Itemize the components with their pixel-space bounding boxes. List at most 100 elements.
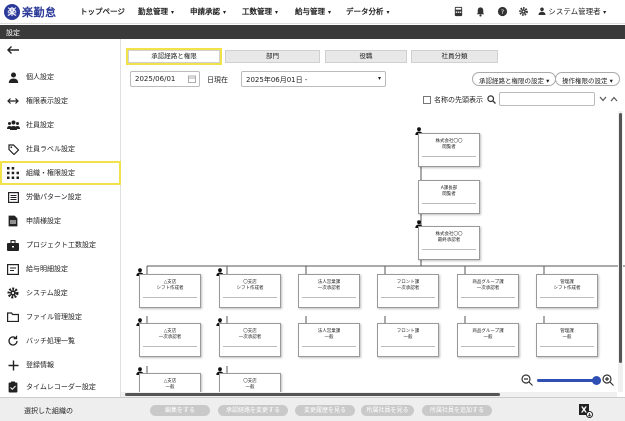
sidebar-item-permission-display[interactable]: 権限表示設定: [0, 90, 121, 112]
sidebar-item-batch[interactable]: バッチ処理一覧: [0, 330, 121, 352]
chevron-down-icon: ▾: [386, 9, 390, 16]
view-members-button[interactable]: 所属社員を見る: [361, 405, 414, 416]
zoom-out-icon[interactable]: [521, 374, 533, 386]
org-node-role: 閲覧者: [442, 192, 456, 197]
settings-header: 設定: [0, 25, 625, 39]
sidebar-item-label: ファイル管理設定: [26, 313, 82, 321]
change-route-button[interactable]: 承認経路を変更する: [218, 405, 288, 416]
sidebar-item-registration[interactable]: 登録情報: [0, 354, 121, 376]
org-node[interactable]: 株式会社〇〇 閲覧者: [418, 133, 480, 167]
sidebar-item-file-management[interactable]: ファイル管理設定: [0, 306, 121, 328]
sidebar-item-application[interactable]: 申請様設定: [0, 210, 121, 232]
sidebar-item-work-pattern[interactable]: 労働パターン設定: [0, 186, 121, 208]
checkbox[interactable]: [423, 96, 431, 104]
back-arrow-icon[interactable]: [6, 45, 20, 55]
nav-top-page[interactable]: トップページ: [80, 6, 125, 17]
sidebar-item-label: 権限表示設定: [26, 97, 68, 105]
add-members-button[interactable]: 所属社員を追加する: [422, 405, 492, 416]
org-node[interactable]: フロント課 一次承認者: [377, 274, 439, 308]
plus-icon: [6, 358, 20, 372]
search-input[interactable]: [499, 92, 595, 106]
date-input[interactable]: 2025/06/01: [130, 71, 200, 87]
tab-position[interactable]: 役職: [325, 50, 407, 63]
gear-icon[interactable]: [518, 6, 529, 17]
tab-route-permission[interactable]: 承認経路と権限: [126, 48, 222, 65]
date-select[interactable]: 2025年06月01日 - ▾: [241, 71, 386, 87]
group-icon: [6, 118, 20, 132]
sidebar-item-system[interactable]: システム設定: [0, 282, 121, 304]
nav-label: トップページ: [80, 7, 125, 16]
nav-workload[interactable]: 工数管理 ▾: [242, 6, 278, 17]
sidebar-item-personal[interactable]: 個人設定: [0, 66, 121, 88]
tab-employee-category[interactable]: 社員分類: [411, 50, 498, 63]
date-suffix: 日現在: [207, 76, 228, 84]
org-node[interactable]: 商品グループ課 一般: [457, 323, 519, 357]
vertical-scroll-thumb[interactable]: [619, 113, 622, 363]
help-icon[interactable]: ?: [497, 6, 508, 17]
org-chart-canvas[interactable]: 株式会社〇〇 閲覧者 A課長部 閲覧者 株式会社〇〇 最終承認者 △支店 シフト作成者 …: [121, 111, 625, 397]
sidebar-item-time-recorder[interactable]: タイムレコーダー設定: [0, 376, 121, 398]
sidebar-item-label: 社員ラベル設定: [26, 145, 75, 153]
nav-attendance[interactable]: 勤怠管理 ▾: [138, 6, 174, 17]
route-permission-setting-button[interactable]: 承認経路と権限の設定 ▾: [472, 72, 557, 86]
horizontal-scroll-thumb[interactable]: [125, 393, 500, 396]
sidebar-item-label: 登録情報: [26, 361, 54, 369]
org-node-role: 最終承認者: [437, 238, 461, 243]
chevron-down-icon: ▾: [546, 77, 550, 85]
button-label: 所属社員を追加する: [429, 407, 484, 414]
org-node[interactable]: 法人営業課 一般: [298, 323, 360, 357]
sidebar-item-label: バッチ処理一覧: [26, 337, 75, 345]
briefcase-icon: [6, 238, 20, 252]
sidebar-item-employee[interactable]: 社員設定: [0, 114, 121, 136]
view-history-button[interactable]: 変更履歴を見る: [295, 405, 355, 416]
logo-text: 楽勤怠: [22, 5, 57, 19]
zoom-in-icon[interactable]: [602, 374, 614, 386]
nav-salary[interactable]: 給与管理 ▾: [295, 6, 331, 17]
org-node[interactable]: △支店 一次承認者: [139, 323, 201, 357]
nav-approval[interactable]: 申請承認 ▾: [190, 6, 226, 17]
tag-icon: [6, 142, 20, 156]
sidebar: 個人設定 権限表示設定 社員設定 社員ラベル設定 組織・権限設定 労働パターン設…: [0, 39, 121, 397]
sidebar-item-project-workload[interactable]: プロジェクト工数設定: [0, 234, 121, 256]
sidebar-item-payslip[interactable]: 給与明細設定: [0, 258, 121, 280]
grid-icon: [6, 166, 20, 180]
org-node[interactable]: 株式会社〇〇 最終承認者: [418, 226, 480, 260]
chevron-up-icon[interactable]: [610, 96, 618, 102]
sidebar-item-label: 社員設定: [26, 121, 54, 129]
org-node-role: 一般: [562, 335, 572, 340]
zoom-slider-handle[interactable]: [592, 376, 601, 385]
user-menu[interactable]: システム管理者 ▾: [538, 6, 606, 17]
edit-button[interactable]: 編集をする: [150, 405, 210, 416]
bell-icon[interactable]: [475, 6, 486, 17]
calendar-icon[interactable]: [188, 75, 196, 83]
org-node[interactable]: △支店 シフト作成者: [139, 274, 201, 308]
org-node[interactable]: A課長部 閲覧者: [418, 180, 480, 214]
org-node[interactable]: 管理課 シフト作成者: [536, 274, 598, 308]
chevron-down-icon: ▾: [328, 9, 332, 16]
tab-department[interactable]: 部門: [225, 50, 320, 63]
sidebar-item-label: タイムレコーダー設定: [26, 383, 96, 391]
name-first-option[interactable]: 名称の先頭表示: [423, 95, 483, 105]
sidebar-item-label: システム設定: [26, 289, 68, 297]
zoom-slider-track[interactable]: [537, 379, 599, 382]
sidebar-item-employee-label[interactable]: 社員ラベル設定: [0, 138, 121, 160]
org-node[interactable]: 〇支店 一次承認者: [219, 323, 281, 357]
org-node-role: シフト作成者: [156, 286, 184, 291]
nav-analysis[interactable]: データ分析 ▾: [346, 6, 390, 17]
org-node[interactable]: 管理課 一般: [536, 323, 598, 357]
org-node[interactable]: 商品グループ課 一次承認者: [457, 274, 519, 308]
calculator-icon[interactable]: [453, 6, 464, 17]
gear-icon: [6, 286, 20, 300]
svg-text:?: ?: [501, 8, 504, 16]
sidebar-item-org-permission[interactable]: 組織・権限設定: [0, 161, 121, 185]
app-logo[interactable]: 楽 楽勤怠: [4, 3, 57, 20]
chevron-down-icon[interactable]: [599, 96, 607, 102]
vertical-scrollbar[interactable]: [618, 111, 623, 392]
org-node-role: シフト作成者: [553, 286, 581, 291]
yen-icon: [6, 262, 20, 276]
operation-permission-setting-button[interactable]: 操作権限の設定 ▾: [555, 72, 620, 86]
org-node[interactable]: フロント課 一般: [377, 323, 439, 357]
org-node[interactable]: 法人営業課 一次承認者: [298, 274, 360, 308]
excel-export-icon[interactable]: X: [578, 403, 593, 418]
org-node[interactable]: 〇支店 シフト作成者: [219, 274, 281, 308]
